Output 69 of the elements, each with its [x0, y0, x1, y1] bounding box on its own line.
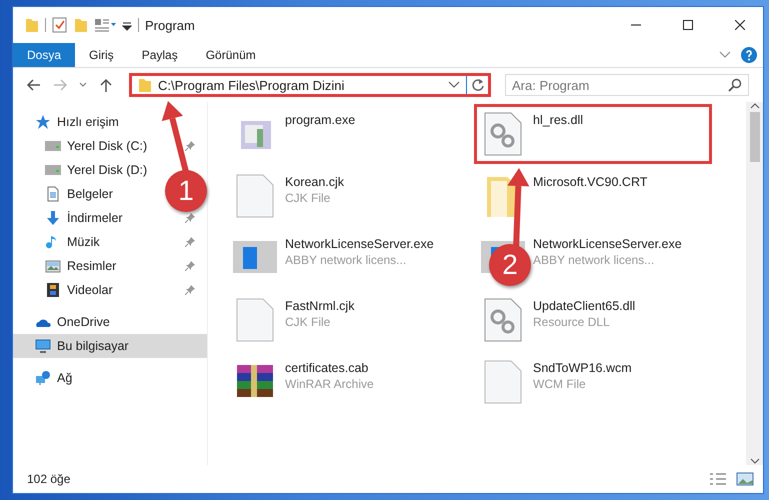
properties-icon[interactable]	[52, 17, 68, 33]
pin-icon[interactable]	[185, 213, 195, 223]
close-icon	[735, 20, 745, 30]
film-icon	[45, 282, 61, 298]
file-name: Microsoft.VC90.CRT	[533, 175, 648, 189]
pin-icon[interactable]	[185, 285, 195, 295]
search-field[interactable]: Ara: Program	[505, 74, 749, 96]
file-name: hl_res.dll	[533, 113, 584, 127]
nav-item[interactable]: Yerel Disk (D:)	[13, 158, 152, 182]
details-view-icon[interactable]	[709, 472, 727, 486]
folder-icon	[25, 17, 39, 33]
network-icon	[35, 370, 51, 386]
address-bar[interactable]: C:\Program Files\Program Dizini	[129, 73, 491, 97]
pin-icon[interactable]	[185, 237, 195, 247]
file-type: CJK File	[285, 191, 332, 205]
file-name: SndToWP16.wcm	[533, 361, 632, 375]
nav-item[interactable]: Bu bilgisayar	[13, 334, 207, 358]
drive-icon	[45, 138, 61, 154]
address-path: C:\Program Files\Program Dizini	[158, 78, 346, 92]
file-name: NetworkLicenseServer.exe	[285, 237, 434, 251]
ribbon-tab[interactable]: Dosya	[13, 43, 76, 67]
pin-icon[interactable]	[185, 141, 195, 151]
nav-item[interactable]: Müzik	[13, 230, 207, 254]
nav-item[interactable]: Hızlı erişim	[13, 110, 207, 134]
dropdown-icon[interactable]	[448, 81, 460, 89]
back-icon	[26, 77, 42, 93]
document-icon	[45, 186, 61, 202]
maximize-icon	[683, 20, 693, 30]
nav-item[interactable]: Belgeler	[13, 182, 117, 206]
file-name: NetworkLicenseServer.exe	[533, 237, 682, 251]
nav-item[interactable]: Yerel Disk (C:)	[13, 134, 207, 158]
file-type: ABBY network licens...	[533, 253, 656, 267]
file-name: program.exe	[285, 113, 356, 127]
window-title: Program	[145, 18, 196, 32]
scroll-down-icon[interactable]	[750, 457, 760, 465]
ribbon-tab[interactable]: Giriş	[75, 43, 128, 67]
nav-item[interactable]: OneDrive	[13, 310, 207, 334]
file-type: WinRAR Archive	[285, 377, 374, 391]
file-type: WCM File	[533, 377, 587, 391]
ribbon-tab[interactable]: Paylaş	[128, 43, 192, 67]
search-icon	[728, 78, 742, 92]
file-type: CJK File	[285, 315, 332, 329]
refresh-icon	[470, 78, 484, 92]
scroll-thumb[interactable]	[750, 112, 760, 162]
folder-icon	[138, 77, 152, 93]
file-type: ABBY network licens...	[285, 253, 408, 267]
view-icon[interactable]	[94, 17, 116, 33]
file-name: FastNrml.cjk	[285, 299, 354, 313]
file-name: certificates.cab	[285, 361, 370, 375]
pictures-icon	[45, 258, 61, 274]
file-name: UpdateClient65.dll	[533, 299, 636, 313]
ribbon-tab[interactable]: Görünüm	[192, 43, 270, 67]
nav-item[interactable]: Resimler	[13, 254, 207, 278]
download-icon	[45, 210, 61, 226]
star-icon	[35, 114, 51, 130]
forward-icon	[52, 77, 68, 93]
file-type: Resource DLL	[533, 315, 611, 329]
monitor-icon	[35, 338, 51, 354]
pin-icon[interactable]	[185, 261, 195, 271]
nav-item[interactable]: Videolar	[13, 278, 207, 302]
up-icon	[98, 77, 114, 93]
nav-item[interactable]: Ağ	[13, 366, 207, 390]
chevron-icon[interactable]	[719, 51, 731, 59]
item-count: 102 öğe	[27, 472, 72, 486]
scroll-up-icon[interactable]	[750, 102, 760, 110]
file-name: Korean.cjk	[285, 175, 344, 189]
scrollbar[interactable]	[746, 102, 763, 465]
drive-icon	[45, 162, 61, 178]
help-icon[interactable]	[741, 47, 757, 63]
